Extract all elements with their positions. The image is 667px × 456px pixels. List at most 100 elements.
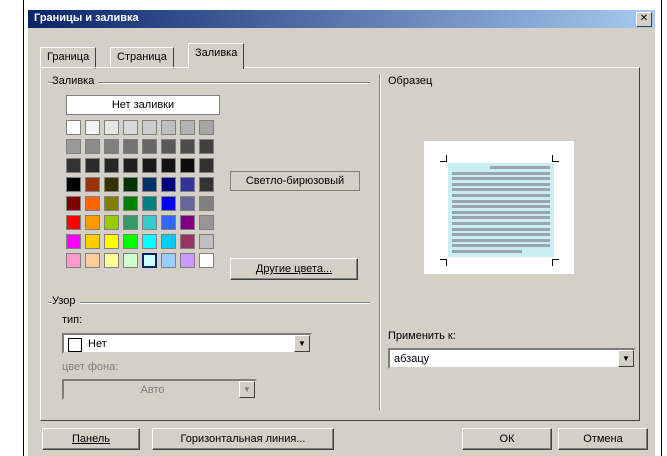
color-swatch[interactable] bbox=[180, 158, 195, 173]
color-swatch[interactable] bbox=[142, 234, 157, 249]
color-swatch[interactable] bbox=[104, 215, 119, 230]
corner-mark bbox=[440, 259, 447, 266]
tab-label: Страница bbox=[117, 51, 167, 63]
color-swatch[interactable] bbox=[161, 177, 176, 192]
color-swatch[interactable] bbox=[66, 158, 81, 173]
color-swatch[interactable] bbox=[199, 253, 214, 268]
color-swatch[interactable] bbox=[123, 120, 138, 135]
color-palette bbox=[66, 120, 220, 273]
color-swatch[interactable] bbox=[142, 215, 157, 230]
color-swatch[interactable] bbox=[85, 177, 100, 192]
more-colors-label: Другие цвета... bbox=[255, 263, 333, 275]
color-swatch[interactable] bbox=[66, 120, 81, 135]
color-swatch[interactable] bbox=[104, 253, 119, 268]
color-swatch[interactable] bbox=[66, 215, 81, 230]
color-swatch[interactable] bbox=[161, 234, 176, 249]
cancel-label: Отмена bbox=[583, 433, 623, 445]
color-swatch[interactable] bbox=[161, 139, 176, 154]
fill-group-label: Заливка bbox=[52, 75, 99, 87]
chevron-down-icon[interactable]: ▼ bbox=[239, 381, 255, 398]
more-colors-button[interactable]: Другие цвета... bbox=[230, 258, 358, 280]
tab-shading[interactable]: Заливка bbox=[188, 43, 245, 69]
bg-color-select[interactable]: Авто ▼ bbox=[62, 379, 257, 400]
color-swatch[interactable] bbox=[199, 177, 214, 192]
color-swatch[interactable] bbox=[66, 234, 81, 249]
color-swatch[interactable] bbox=[180, 215, 195, 230]
color-swatch[interactable] bbox=[104, 234, 119, 249]
color-swatch[interactable] bbox=[123, 234, 138, 249]
color-swatch[interactable] bbox=[123, 196, 138, 211]
tab-border[interactable]: Граница bbox=[40, 47, 97, 69]
color-swatch[interactable] bbox=[142, 139, 157, 154]
panel-button[interactable]: Панель bbox=[42, 428, 140, 450]
preview-text-line bbox=[452, 227, 550, 231]
apply-to-label: Применить к: bbox=[388, 330, 456, 342]
color-swatch[interactable] bbox=[85, 196, 100, 211]
color-swatch[interactable] bbox=[66, 253, 81, 268]
color-swatch[interactable] bbox=[142, 158, 157, 173]
color-swatch[interactable] bbox=[180, 253, 195, 268]
color-swatch[interactable] bbox=[199, 234, 214, 249]
color-swatch[interactable] bbox=[180, 139, 195, 154]
preview-text-line bbox=[452, 216, 550, 220]
color-swatch[interactable] bbox=[161, 158, 176, 173]
color-swatch[interactable] bbox=[180, 120, 195, 135]
color-swatch[interactable] bbox=[123, 177, 138, 192]
no-fill-option[interactable]: Нет заливки bbox=[66, 95, 220, 115]
color-swatch[interactable] bbox=[123, 158, 138, 173]
ok-button[interactable]: ОК bbox=[462, 428, 552, 450]
color-swatch[interactable] bbox=[161, 196, 176, 211]
tab-page[interactable]: Страница bbox=[110, 47, 174, 69]
color-swatch[interactable] bbox=[104, 177, 119, 192]
color-swatch[interactable] bbox=[199, 158, 214, 173]
color-swatch[interactable] bbox=[199, 139, 214, 154]
preview-text-line bbox=[452, 244, 550, 248]
color-swatch[interactable] bbox=[180, 234, 195, 249]
pattern-group-label: Узор bbox=[52, 295, 80, 307]
color-swatch[interactable] bbox=[180, 196, 195, 211]
color-swatch[interactable] bbox=[66, 177, 81, 192]
color-swatch[interactable] bbox=[123, 253, 138, 268]
color-swatch[interactable] bbox=[123, 215, 138, 230]
pattern-group-line bbox=[48, 302, 370, 304]
group-separator bbox=[379, 75, 381, 411]
color-swatch[interactable] bbox=[85, 139, 100, 154]
color-swatch[interactable] bbox=[161, 253, 176, 268]
horizontal-line-button[interactable]: Горизонтальная линия... bbox=[152, 428, 334, 450]
color-swatch[interactable] bbox=[66, 139, 81, 154]
color-swatch[interactable] bbox=[142, 253, 157, 268]
color-swatch[interactable] bbox=[66, 196, 81, 211]
color-swatch[interactable] bbox=[142, 177, 157, 192]
tab-label: Заливка bbox=[195, 47, 238, 59]
color-swatch[interactable] bbox=[161, 215, 176, 230]
chevron-down-icon[interactable]: ▼ bbox=[294, 335, 310, 352]
color-swatch[interactable] bbox=[85, 158, 100, 173]
color-swatch[interactable] bbox=[123, 139, 138, 154]
color-swatch[interactable] bbox=[104, 196, 119, 211]
color-swatch[interactable] bbox=[199, 120, 214, 135]
apply-to-select[interactable]: абзацу ▼ bbox=[388, 348, 636, 369]
sample-group-label: Образец bbox=[388, 75, 437, 87]
preview-text-line bbox=[452, 182, 550, 186]
frame-left-border bbox=[23, 0, 24, 456]
color-swatch[interactable] bbox=[142, 120, 157, 135]
chevron-down-icon[interactable]: ▼ bbox=[618, 350, 634, 367]
color-swatch[interactable] bbox=[85, 253, 100, 268]
close-icon[interactable]: ✕ bbox=[636, 12, 652, 27]
color-swatch[interactable] bbox=[85, 215, 100, 230]
color-swatch[interactable] bbox=[161, 120, 176, 135]
color-swatch[interactable] bbox=[85, 234, 100, 249]
pattern-type-select[interactable]: Нет ▼ bbox=[62, 333, 312, 354]
color-swatch[interactable] bbox=[199, 215, 214, 230]
color-swatch[interactable] bbox=[104, 120, 119, 135]
preview-text-line bbox=[452, 250, 522, 253]
apply-to-value: абзацу bbox=[394, 353, 430, 365]
color-swatch[interactable] bbox=[104, 139, 119, 154]
corner-mark bbox=[440, 155, 447, 162]
color-swatch[interactable] bbox=[199, 196, 214, 211]
cancel-button[interactable]: Отмена bbox=[558, 428, 648, 450]
color-swatch[interactable] bbox=[85, 120, 100, 135]
color-swatch[interactable] bbox=[180, 177, 195, 192]
color-swatch[interactable] bbox=[142, 196, 157, 211]
color-swatch[interactable] bbox=[104, 158, 119, 173]
